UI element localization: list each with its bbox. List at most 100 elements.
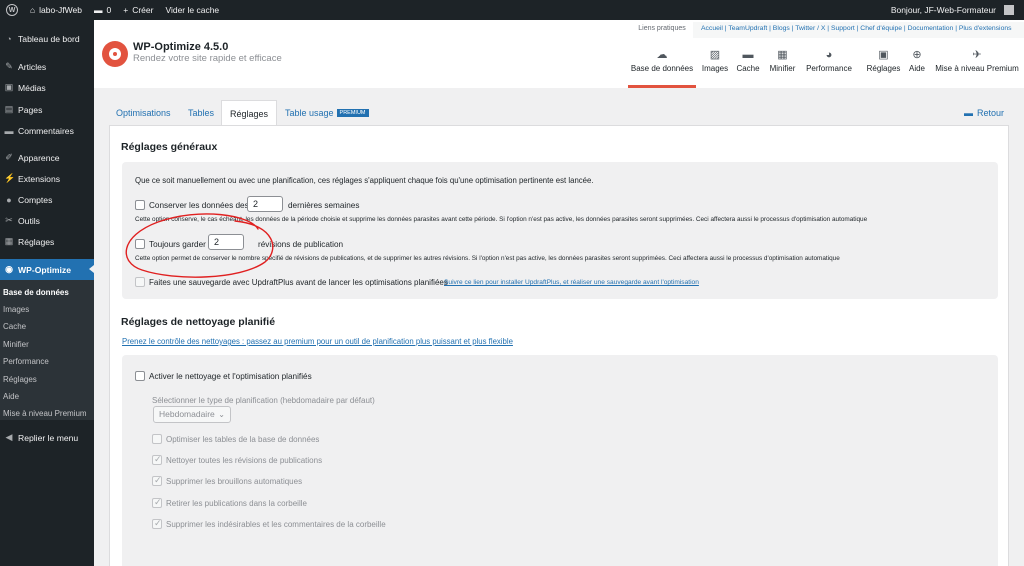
backup-checkbox[interactable] — [135, 277, 145, 287]
plugin-header: WP-Optimize 4.5.0 Rendez votre site rapi… — [94, 20, 1024, 88]
general-intro: Que ce soit manuellement ou avec une pla… — [135, 176, 594, 185]
users-icon: ● — [6, 194, 12, 205]
delete-drafts-label: Supprimer les brouillons automatiques — [166, 477, 303, 486]
create-link[interactable]: + Créer — [117, 0, 159, 20]
plugin-icon: ⚡ — [4, 173, 16, 183]
keep-revisions-suffix: révisions de publication — [258, 240, 344, 249]
clean-revisions-checkbox[interactable] — [152, 454, 162, 465]
submenu-database[interactable]: Base de données — [3, 288, 69, 297]
keep-revisions-input[interactable]: 2 — [208, 234, 244, 250]
useful-links-bar[interactable]: Accueil | TeamUpdraft | Blogs | Twitter … — [693, 22, 1024, 38]
clear-cache-link[interactable]: Vider le cache — [159, 0, 225, 20]
tab-table-usage[interactable]: Table usage PREMIUM — [277, 100, 377, 126]
wpo-icon: ◉ — [5, 264, 13, 274]
dashboard-icon: ◔ — [6, 33, 12, 44]
submenu-performance[interactable]: Performance — [3, 357, 49, 366]
optimize-tables-label: Optimiser les tables de la base de donné… — [166, 435, 320, 444]
submenu-help[interactable]: Aide — [3, 392, 19, 401]
keep-weeks-suffix: dernières semaines — [288, 201, 360, 210]
keep-data-label: Conserver les données des — [149, 201, 249, 210]
schedule-type-select[interactable]: Hebdomadaire ⌄ — [153, 406, 231, 423]
wordpress-icon: W — [6, 4, 18, 16]
install-updraftplus-link[interactable]: Suivre ce lien pour installer UpdraftPlu… — [444, 279, 699, 286]
general-settings-box: Que ce soit manuellement ou avec une pla… — [122, 162, 998, 299]
sidebar-item-pages[interactable]: ▤ Pages — [0, 99, 94, 120]
back-link[interactable]: ▬ Retour — [964, 108, 1004, 118]
trash-posts-checkbox[interactable] — [152, 497, 162, 508]
submenu-images[interactable]: Images — [3, 305, 29, 314]
premium-scheduling-link[interactable]: Prenez le contrôle des nettoyages : pass… — [122, 337, 513, 346]
keep-weeks-input[interactable]: 2 — [247, 196, 283, 212]
enable-schedule-label: Activer le nettoyage et l'optimisation p… — [149, 372, 312, 381]
sidebar-item-settings[interactable]: ▦ Réglages — [0, 231, 94, 252]
settings-tabs: Optimisations Tables Réglages Table usag… — [94, 88, 1024, 126]
wp-logo-button[interactable]: W — [0, 0, 24, 20]
sidebar-item-articles[interactable]: ✎ Articles — [0, 56, 94, 77]
settings-panel: Réglages généraux Que ce soit manuelleme… — [109, 125, 1009, 566]
nav-performance[interactable]: ◕ Performance — [803, 48, 855, 88]
back-icon: ▬ — [963, 108, 973, 118]
schedule-type-label: Sélectionner le type de planification (h… — [152, 396, 375, 405]
settings-icon: ▣ — [878, 49, 889, 61]
submenu-settings[interactable]: Réglages — [3, 375, 37, 384]
sidebar-item-extensions[interactable]: ⚡ Extensions — [0, 168, 94, 189]
scheduled-settings-box: Activer le nettoyage et l'optimisation p… — [122, 355, 998, 566]
wp-optimize-logo — [102, 41, 128, 67]
sidebar-item-users[interactable]: ● Comptes — [0, 189, 94, 210]
plugin-title: WP-Optimize 4.5.0 — [133, 41, 229, 53]
useful-links-tab[interactable]: Liens pratiques — [631, 22, 693, 38]
sidebar-item-wp-optimize[interactable]: ◉ WP-Optimize — [0, 259, 94, 280]
tab-settings[interactable]: Réglages — [221, 100, 278, 126]
help-icon: ⊕ — [912, 49, 922, 61]
nav-cache[interactable]: ▬ Cache — [733, 48, 763, 88]
images-icon: ▨ — [709, 49, 721, 61]
comments-link[interactable]: ▬ 0 — [88, 0, 117, 20]
chevron-down-icon: ⌄ — [218, 410, 225, 419]
tab-tables[interactable]: Tables — [180, 100, 222, 126]
sidebar-item-appearance[interactable]: ✐ Apparence — [0, 147, 94, 168]
spam-comments-checkbox[interactable] — [152, 518, 162, 529]
nav-database[interactable]: ☁ Base de données — [628, 48, 696, 88]
spam-comments-label: Supprimer les indésirables et les commen… — [166, 520, 386, 529]
comment-icon: ▬ — [93, 5, 103, 15]
delete-drafts-checkbox[interactable] — [152, 475, 162, 486]
gauge-icon: ◕ — [825, 49, 833, 61]
sidebar-item-media[interactable]: ▣ Médias — [0, 77, 94, 98]
keep-revisions-checkbox[interactable] — [135, 239, 145, 249]
avatar — [1004, 5, 1014, 15]
keep-revisions-description: Cette option permet de conserver le nomb… — [135, 255, 840, 262]
cache-icon: ▬ — [742, 49, 754, 61]
sidebar-item-dashboard[interactable]: ◔ Tableau de bord — [0, 28, 94, 49]
brush-icon: ✐ — [5, 152, 13, 162]
sidebar-item-comments[interactable]: ▬ Commentaires — [0, 120, 94, 141]
pin-icon: ✎ — [5, 61, 13, 71]
settings-icon: ▦ — [4, 236, 14, 246]
site-name-link[interactable]: ⌂ labo-JfWeb — [24, 0, 88, 20]
nav-images[interactable]: ▨ Images — [700, 48, 730, 88]
keep-revisions-label: Toujours garder — [149, 240, 206, 249]
nav-help[interactable]: ⊕ Aide — [906, 48, 928, 88]
keep-data-checkbox[interactable] — [135, 200, 145, 210]
sidebar-item-tools[interactable]: ✂ Outils — [0, 210, 94, 231]
premium-badge: PREMIUM — [336, 109, 369, 117]
submenu-premium[interactable]: Mise à niveau Premium — [3, 409, 87, 418]
plugin-tagline: Rendez votre site rapide et efficace — [133, 53, 282, 64]
collapse-menu-button[interactable]: ◀ Replier le menu — [0, 427, 94, 448]
cloud-icon: ☁ — [656, 49, 668, 61]
submenu-cache[interactable]: Cache — [3, 322, 26, 331]
nav-minify[interactable]: ▦ Minifier — [765, 48, 800, 88]
home-icon: ⌂ — [30, 5, 36, 15]
tools-icon: ✂ — [5, 215, 13, 225]
account-menu[interactable]: Bonjour, JF-Web-Formateur — [885, 0, 1024, 20]
nav-settings[interactable]: ▣ Réglages — [865, 48, 902, 88]
submenu-minify[interactable]: Minifier — [3, 340, 29, 349]
media-icon: ▣ — [4, 82, 14, 92]
tab-optimisations[interactable]: Optimisations — [108, 100, 179, 126]
nav-premium[interactable]: ✈ Mise à niveau Premium — [934, 48, 1020, 88]
rocket-icon: ✈ — [972, 49, 982, 61]
backup-label: Faites une sauvegarde avec UpdraftPlus a… — [149, 278, 448, 287]
enable-schedule-checkbox[interactable] — [135, 371, 145, 381]
optimize-tables-checkbox[interactable] — [152, 434, 162, 444]
admin-sidebar: ◔ Tableau de bord ✎ Articles ▣ Médias ▤ Page… — [0, 20, 94, 566]
plus-icon: + — [123, 5, 129, 15]
